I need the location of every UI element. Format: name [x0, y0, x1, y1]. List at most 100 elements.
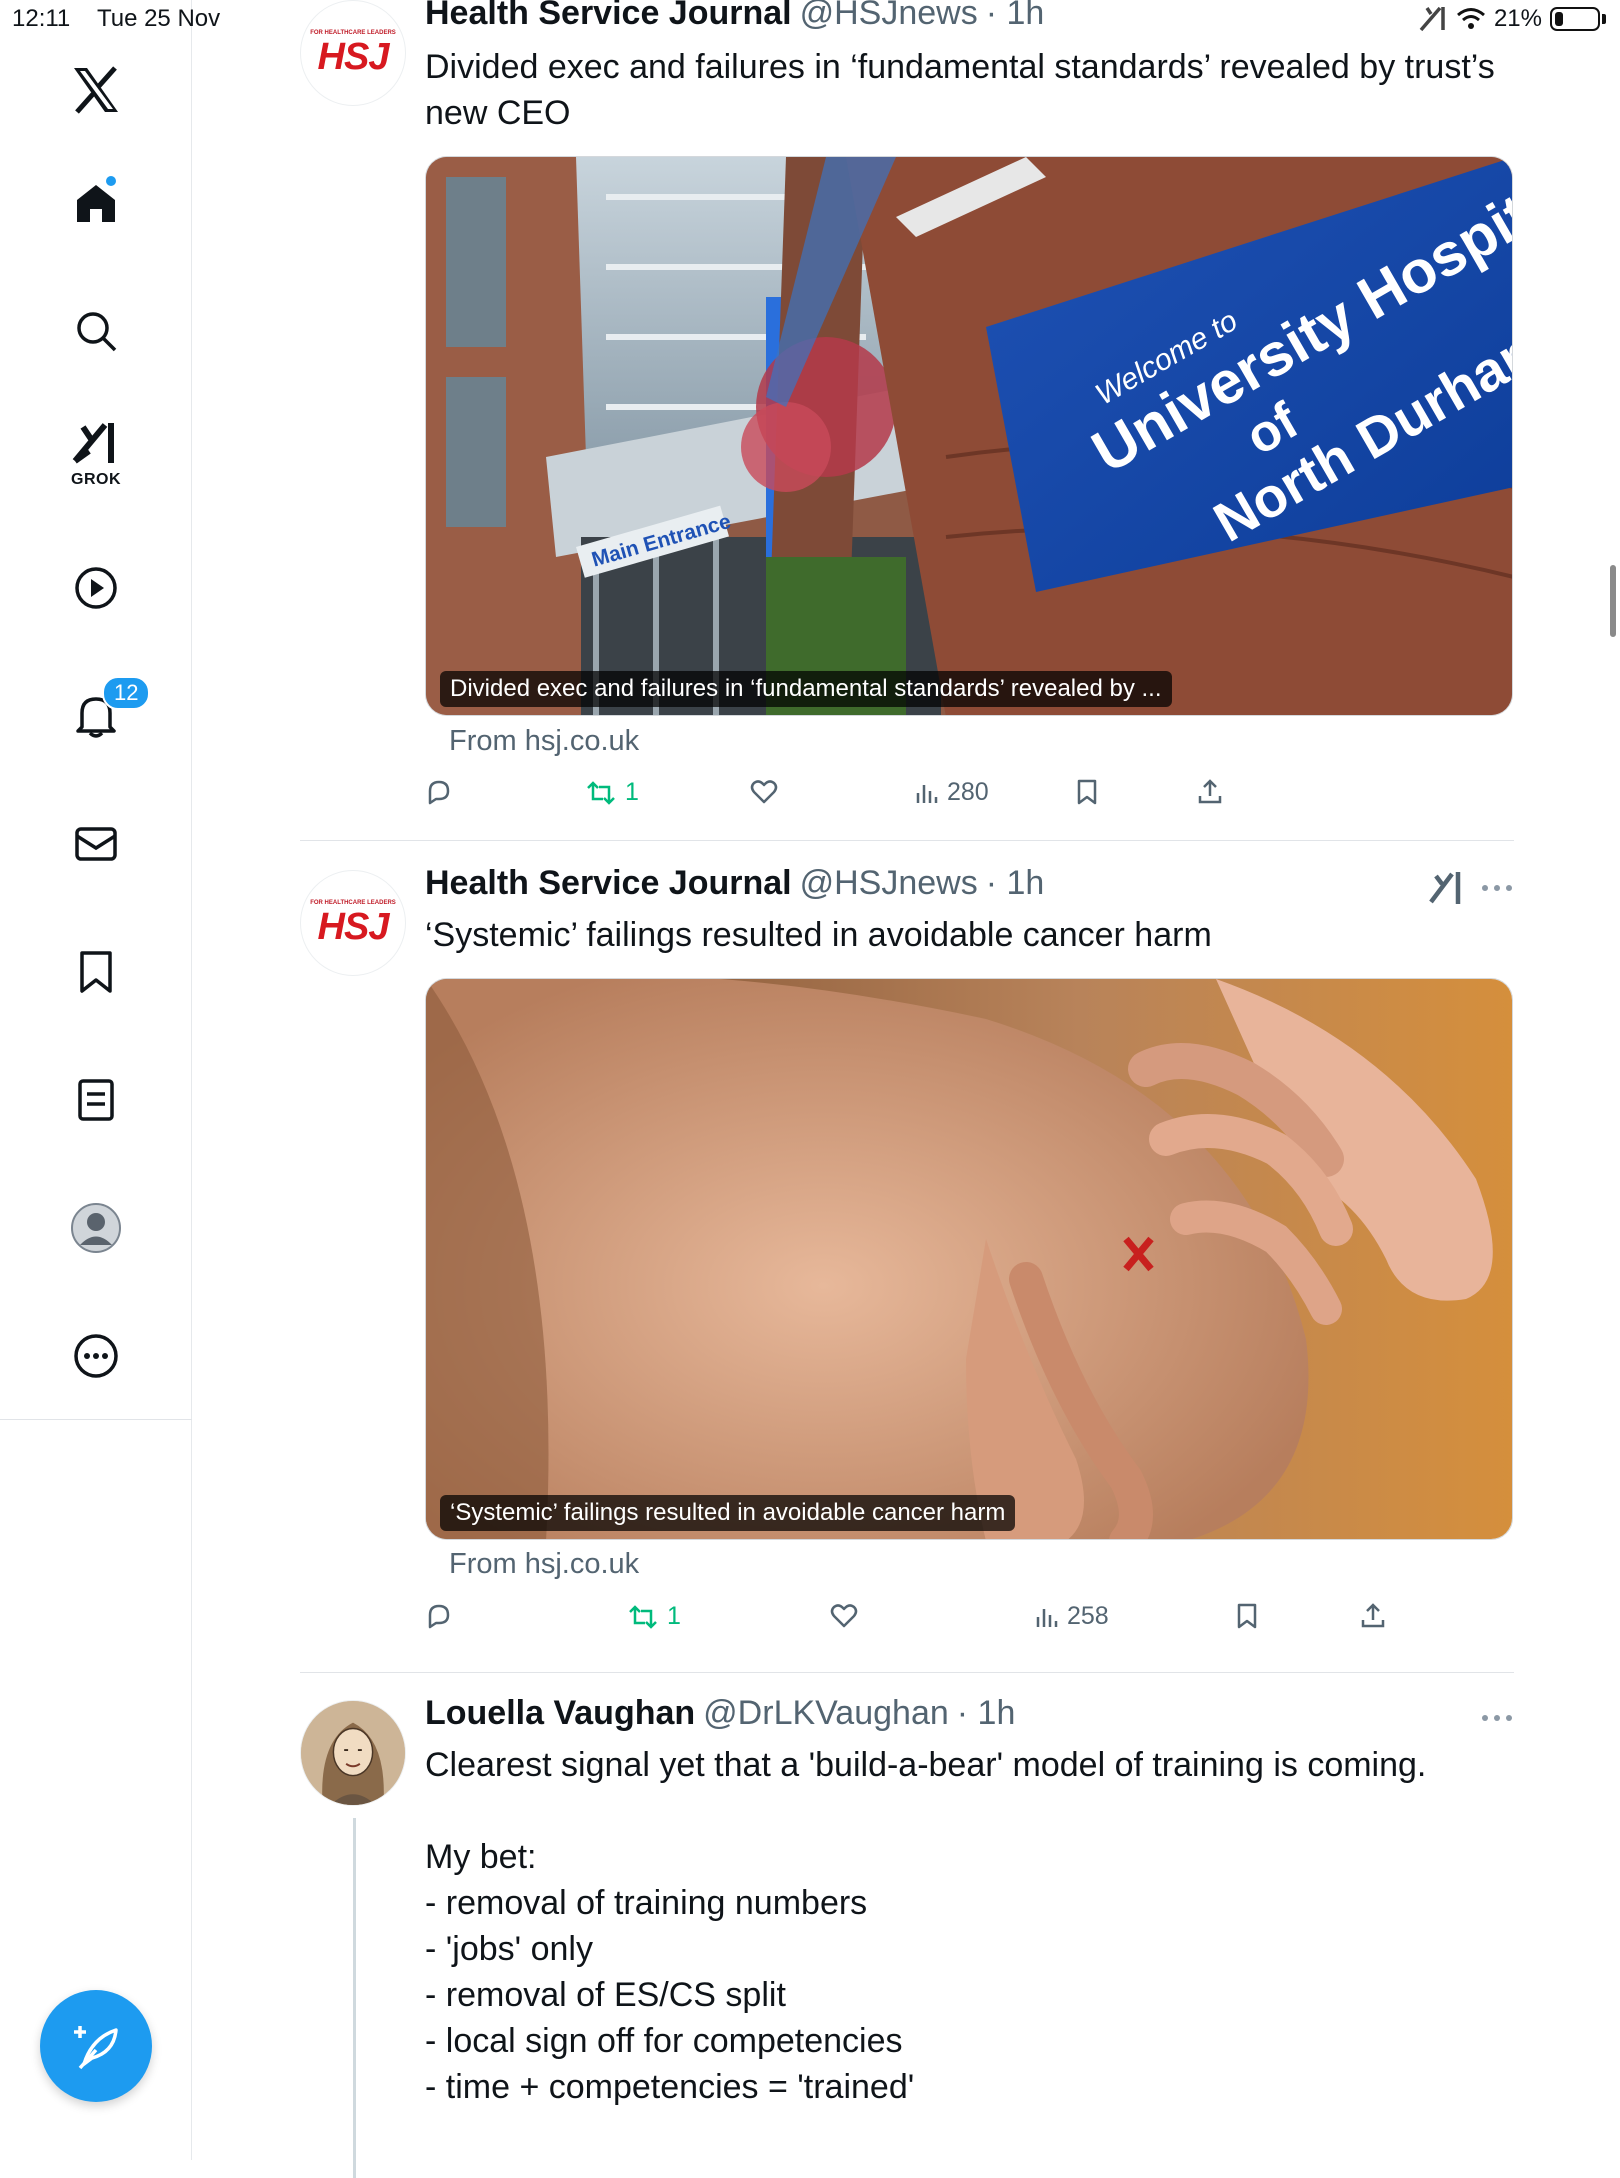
wifi-icon — [1456, 8, 1485, 29]
post-time[interactable]: · 1h — [957, 1694, 1016, 1733]
avatar-logo-text: HSJ — [317, 36, 390, 78]
post-header: Health Service Journal @HSJnews · 1h — [425, 864, 1044, 908]
battery-cap — [1602, 14, 1606, 24]
play-circle-icon — [75, 567, 117, 609]
clock-date: Tue 25 Nov — [96, 5, 221, 32]
post-2[interactable]: FOR HEALTHCARE LEADERS HSJ Health Servic… — [300, 864, 1515, 1670]
author-handle[interactable]: @HSJnews — [800, 864, 978, 903]
thread-line — [353, 1818, 356, 2178]
post-time[interactable]: · 1h — [986, 864, 1045, 903]
post-3[interactable]: Louella Vaughan @DrLKVaughan · 1h Cleare… — [300, 1694, 1514, 2178]
mail-icon — [75, 827, 117, 861]
notification-badge: 12 — [102, 676, 151, 710]
status-bar: 12:11 Tue 25 Nov 21% — [0, 0, 1620, 40]
heart-icon — [830, 1604, 858, 1628]
compose-post-button[interactable] — [40, 1990, 152, 2102]
link-card-image[interactable]: Main Entrance Welcome to University Hosp… — [425, 156, 1513, 716]
share-icon — [1198, 779, 1222, 804]
repost-button[interactable]: 1 — [627, 1602, 681, 1631]
profile-avatar-icon — [71, 1203, 121, 1253]
heart-icon — [750, 780, 778, 804]
compose-feather-icon — [74, 2026, 118, 2070]
bookmark-icon — [80, 951, 112, 993]
bookmark-button[interactable] — [1235, 1602, 1259, 1630]
repost-icon — [587, 780, 615, 805]
sidebar-item-bookmarks[interactable] — [46, 922, 146, 1022]
hospital-photo: Main Entrance Welcome to University Hosp… — [426, 157, 1512, 715]
share-button[interactable] — [1360, 1602, 1386, 1630]
reply-icon — [428, 1604, 450, 1629]
more-options-icon[interactable] — [1480, 1708, 1514, 1728]
post-divider — [300, 840, 1514, 841]
grok-icon — [72, 423, 114, 464]
search-icon — [77, 312, 117, 352]
bookmark-button[interactable] — [1075, 778, 1099, 806]
views-chart-icon — [1036, 1608, 1058, 1627]
reply-button[interactable] — [425, 778, 461, 806]
post-1[interactable]: FOR HEALTHCARE LEADERS HSJ Health Servic… — [300, 0, 1514, 840]
repost-count: 1 — [667, 1602, 681, 1630]
sidebar-item-notifications[interactable]: 12 — [46, 666, 151, 766]
status-time: 12:11 Tue 25 Nov — [12, 5, 220, 33]
views-button[interactable]: 258 — [1035, 1602, 1109, 1631]
battery-level — [1555, 12, 1563, 26]
list-icon — [78, 1079, 114, 1121]
sidebar-item-home[interactable] — [46, 152, 146, 252]
view-count: 280 — [947, 778, 989, 806]
post-text: Divided exec and failures in ‘fundamenta… — [425, 48, 1495, 132]
hsj-avatar[interactable]: FOR HEALTHCARE LEADERS HSJ — [300, 870, 406, 976]
grok-status-icon — [1419, 6, 1445, 32]
repost-button[interactable]: 1 — [585, 778, 639, 807]
post-actions: 1 280 — [425, 778, 1515, 818]
sidebar-divider — [0, 1419, 192, 1420]
x-logo-button[interactable] — [46, 40, 146, 140]
battery-percent: 21% — [1493, 5, 1542, 32]
battery-icon — [1550, 7, 1600, 31]
author-name[interactable]: Health Service Journal — [425, 864, 792, 903]
link-card-title: ‘Systemic’ failings resulted in avoidabl… — [440, 1495, 1016, 1531]
share-button[interactable] — [1197, 778, 1223, 806]
home-unread-dot — [106, 176, 116, 186]
sidebar: GROK 12 — [0, 0, 192, 2160]
bookmark-icon — [1237, 1603, 1257, 1629]
views-button[interactable]: 280 — [915, 778, 989, 807]
scrollbar[interactable] — [1610, 565, 1616, 637]
clock-time: 12:11 — [12, 5, 71, 32]
more-circle-icon — [74, 1334, 118, 1378]
more-options-icon[interactable] — [1480, 878, 1514, 898]
repost-icon — [629, 1604, 657, 1629]
view-count: 258 — [1067, 1602, 1109, 1630]
sidebar-item-video[interactable] — [46, 538, 146, 638]
like-button[interactable] — [830, 1602, 866, 1628]
author-handle[interactable]: @DrLKVaughan — [703, 1694, 949, 1733]
sidebar-item-profile[interactable] — [46, 1178, 146, 1278]
bookmark-icon — [1077, 779, 1097, 805]
reply-button[interactable] — [425, 1602, 461, 1630]
cancer-photo — [426, 979, 1512, 1539]
like-button[interactable] — [750, 778, 786, 804]
link-card-image[interactable]: ‘Systemic’ failings resulted in avoidabl… — [425, 978, 1513, 1540]
status-indicators: 21% — [1418, 4, 1606, 34]
avatar-portrait — [301, 1701, 405, 1805]
link-source[interactable]: From hsj.co.uk — [449, 725, 639, 758]
post-text: Clearest signal yet that a 'build-a-bear… — [425, 1746, 1427, 2106]
sidebar-item-search[interactable] — [46, 281, 146, 381]
post-divider — [300, 1672, 1514, 1673]
sidebar-item-more[interactable] — [46, 1306, 146, 1406]
reply-icon — [428, 780, 450, 805]
share-icon — [1361, 1603, 1385, 1628]
grok-label: GROK — [71, 471, 121, 488]
post-actions: 1 258 — [425, 1602, 1515, 1642]
repost-count: 1 — [625, 778, 639, 806]
sidebar-item-lists[interactable] — [46, 1050, 146, 1150]
views-chart-icon — [916, 784, 938, 803]
link-source[interactable]: From hsj.co.uk — [449, 1548, 639, 1581]
user-avatar[interactable] — [300, 1700, 406, 1806]
grok-icon[interactable] — [1428, 870, 1464, 906]
sidebar-item-messages[interactable] — [46, 794, 146, 894]
author-name[interactable]: Louella Vaughan — [425, 1694, 695, 1733]
link-card-title: Divided exec and failures in ‘fundamenta… — [440, 671, 1172, 707]
sidebar-item-grok[interactable]: GROK — [46, 405, 146, 505]
x-logo-icon — [74, 66, 118, 114]
post-header: Louella Vaughan @DrLKVaughan · 1h — [425, 1694, 1015, 1738]
